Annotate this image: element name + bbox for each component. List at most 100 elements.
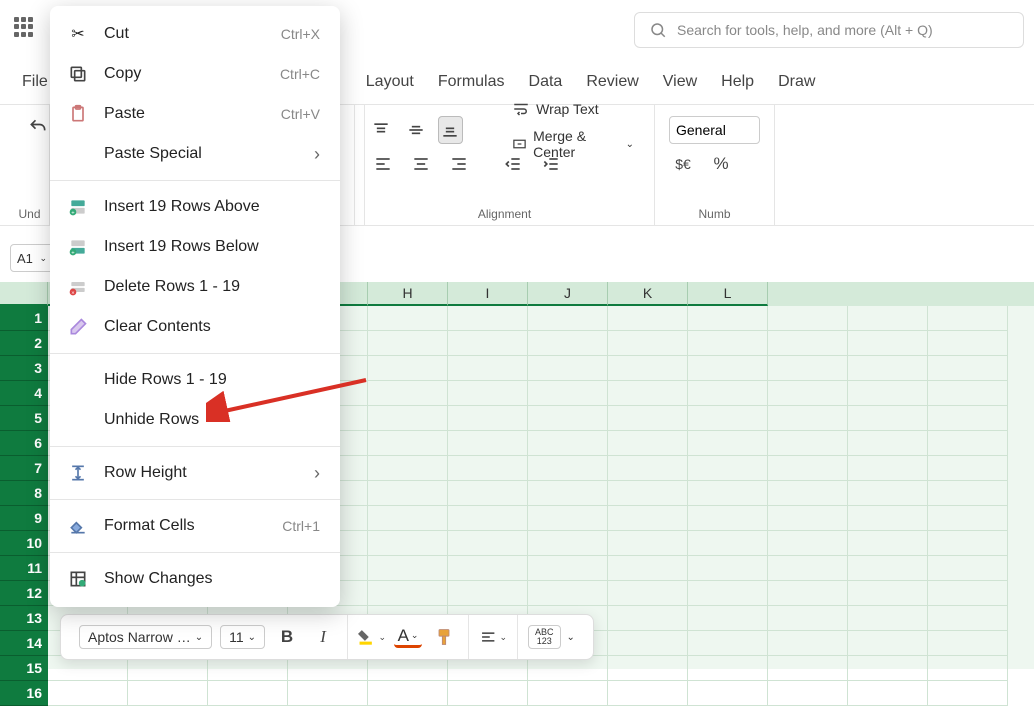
cell[interactable] — [608, 606, 688, 631]
cell[interactable] — [928, 531, 1008, 556]
row-header[interactable]: 13 — [0, 606, 48, 631]
cell[interactable] — [448, 431, 528, 456]
cell[interactable] — [528, 456, 608, 481]
cell[interactable] — [608, 306, 688, 331]
cell[interactable] — [848, 606, 928, 631]
align-right-button[interactable] — [445, 150, 473, 178]
cell[interactable] — [848, 406, 928, 431]
column-header[interactable]: I — [448, 282, 528, 306]
cell[interactable] — [448, 356, 528, 381]
cell[interactable] — [448, 306, 528, 331]
app-launcher[interactable] — [10, 13, 38, 41]
tab-help[interactable]: Help — [721, 73, 754, 91]
cell[interactable] — [528, 306, 608, 331]
align-bottom-button[interactable] — [438, 116, 463, 144]
row-header[interactable]: 12 — [0, 581, 48, 606]
cell[interactable] — [368, 306, 448, 331]
cell[interactable] — [528, 381, 608, 406]
tab-formulas[interactable]: Formulas — [438, 73, 505, 91]
cell[interactable] — [768, 406, 848, 431]
search-box[interactable]: Search for tools, help, and more (Alt + … — [634, 12, 1024, 48]
cell[interactable] — [448, 481, 528, 506]
cell[interactable] — [848, 681, 928, 706]
ctx-cut[interactable]: ✂CutCtrl+X — [50, 14, 340, 54]
row-header[interactable]: 14 — [0, 631, 48, 656]
ctx-unhide-rows[interactable]: Unhide Rows — [50, 400, 340, 440]
cell[interactable] — [848, 531, 928, 556]
ctx-hide-rows[interactable]: Hide Rows 1 - 19 — [50, 360, 340, 400]
ctx-clear[interactable]: Clear Contents — [50, 307, 340, 347]
column-header[interactable]: L — [688, 282, 768, 306]
tab-review[interactable]: Review — [586, 73, 638, 91]
cell[interactable] — [768, 456, 848, 481]
mini-italic-button[interactable]: I — [309, 623, 337, 651]
mini-size-select[interactable]: 11⌄ — [220, 625, 265, 649]
mini-font-color-button[interactable]: A⌄ — [394, 626, 422, 648]
cell[interactable] — [688, 556, 768, 581]
cell[interactable] — [768, 356, 848, 381]
column-header[interactable]: H — [368, 282, 448, 306]
align-center-button[interactable] — [407, 150, 435, 178]
cell[interactable] — [48, 681, 128, 706]
cell[interactable] — [928, 556, 1008, 581]
cell[interactable] — [848, 306, 928, 331]
cell[interactable] — [928, 306, 1008, 331]
row-header[interactable]: 3 — [0, 356, 48, 381]
row-header[interactable]: 16 — [0, 681, 48, 706]
cell[interactable] — [608, 381, 688, 406]
ctx-insert-above[interactable]: +Insert 19 Rows Above — [50, 187, 340, 227]
cell[interactable] — [688, 381, 768, 406]
cell[interactable] — [448, 406, 528, 431]
cell[interactable] — [768, 431, 848, 456]
cell[interactable] — [688, 306, 768, 331]
ctx-format-cells[interactable]: Format CellsCtrl+1 — [50, 506, 340, 546]
cell[interactable] — [448, 381, 528, 406]
mini-font-select[interactable]: Aptos Narrow …⌄ — [79, 625, 212, 649]
cell[interactable] — [768, 331, 848, 356]
cell[interactable] — [528, 331, 608, 356]
cell[interactable] — [768, 581, 848, 606]
cell[interactable] — [448, 556, 528, 581]
cell[interactable] — [928, 381, 1008, 406]
cell[interactable] — [848, 331, 928, 356]
cell[interactable] — [928, 406, 1008, 431]
cell[interactable] — [608, 331, 688, 356]
cell[interactable] — [608, 556, 688, 581]
row-header[interactable]: 1 — [0, 306, 48, 331]
cell[interactable] — [928, 581, 1008, 606]
cell[interactable] — [928, 481, 1008, 506]
align-left-button[interactable] — [369, 150, 397, 178]
cell[interactable] — [688, 406, 768, 431]
align-top-button[interactable] — [369, 116, 393, 144]
cell[interactable] — [688, 506, 768, 531]
row-header[interactable]: 8 — [0, 481, 48, 506]
mini-number-format-button[interactable]: ABC123 — [528, 625, 561, 649]
ctx-delete-rows[interactable]: ×Delete Rows 1 - 19 — [50, 267, 340, 307]
cell[interactable] — [848, 456, 928, 481]
cell[interactable] — [768, 506, 848, 531]
cell[interactable] — [528, 406, 608, 431]
decrease-indent-button[interactable] — [499, 150, 527, 178]
tab-view[interactable]: View — [663, 73, 697, 91]
cell[interactable] — [688, 606, 768, 631]
row-header[interactable]: 11 — [0, 556, 48, 581]
cell[interactable] — [928, 456, 1008, 481]
cell[interactable] — [848, 556, 928, 581]
tab-layout[interactable]: Layout — [366, 73, 414, 91]
cell[interactable] — [608, 681, 688, 706]
cell[interactable] — [368, 381, 448, 406]
currency-button[interactable]: $€ — [669, 150, 697, 178]
cell[interactable] — [688, 531, 768, 556]
ctx-paste[interactable]: PasteCtrl+V — [50, 94, 340, 134]
cell[interactable] — [368, 356, 448, 381]
tab-file[interactable]: File — [22, 73, 48, 91]
cell[interactable] — [848, 481, 928, 506]
cell[interactable] — [768, 556, 848, 581]
row-header[interactable]: 7 — [0, 456, 48, 481]
ctx-show-changes[interactable]: Show Changes — [50, 559, 340, 599]
undo-button[interactable] — [24, 113, 52, 141]
cell[interactable] — [848, 631, 928, 656]
cell[interactable] — [688, 681, 768, 706]
cell[interactable] — [368, 531, 448, 556]
mini-fill-button[interactable]: ⌄ — [358, 623, 386, 651]
